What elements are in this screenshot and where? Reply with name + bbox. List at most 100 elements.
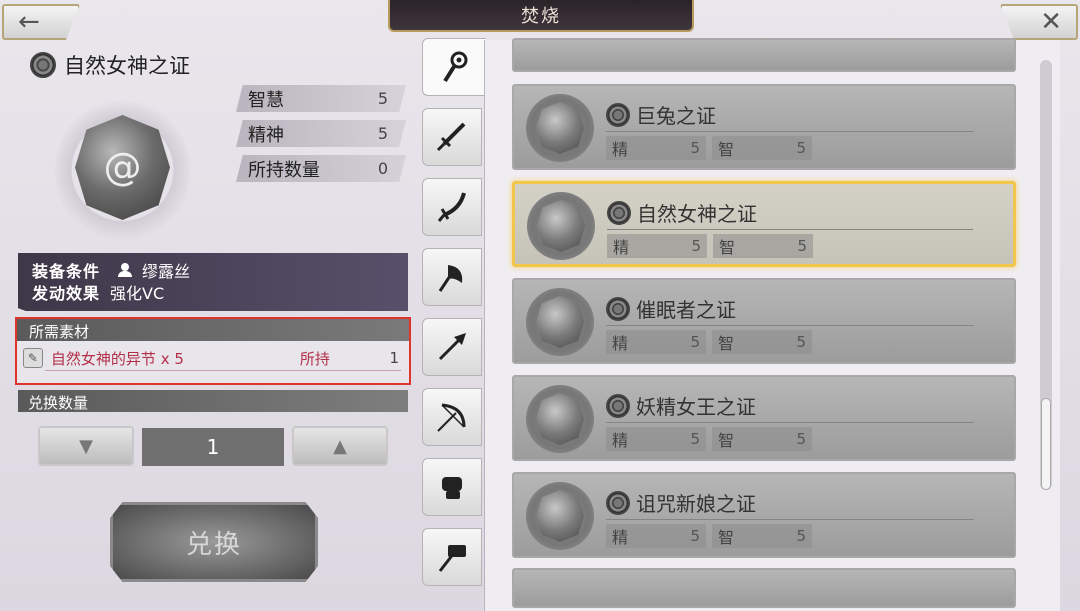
close-button[interactable]: ✕ xyxy=(1000,4,1078,40)
stat-wisdom: 智 5 xyxy=(712,427,812,451)
tab-gauntlet[interactable] xyxy=(422,458,482,516)
gem-icon xyxy=(527,192,595,260)
exchange-button[interactable]: 兑换 xyxy=(110,502,318,582)
material-owned-label: 所持 xyxy=(299,349,330,368)
exchange-quantity-label: 兑换数量 xyxy=(18,390,408,412)
category-tabs xyxy=(420,38,486,611)
divider xyxy=(607,229,973,230)
screen-title: 焚烧 xyxy=(388,0,694,32)
stat-spirit: 精神 5 xyxy=(236,120,406,147)
emblem-icon xyxy=(606,490,630,515)
stat-label: 智慧 xyxy=(248,89,284,111)
stat-label: 精 xyxy=(612,334,629,353)
emblem-icon xyxy=(30,52,56,78)
material-name: 自然女神的异节 x 5 xyxy=(50,349,184,368)
list-item-name: 自然女神之证 xyxy=(637,202,757,226)
list-item-name: 妖精女王之证 xyxy=(636,395,756,419)
stat-value: 5 xyxy=(377,124,388,143)
tab-bow[interactable] xyxy=(422,388,482,446)
stat-value: 5 xyxy=(690,527,700,545)
stat-value: 5 xyxy=(690,139,700,157)
scrollbar-thumb[interactable] xyxy=(1041,398,1051,490)
list-item-partial[interactable] xyxy=(512,38,1016,72)
material-owned-count: 1 xyxy=(389,349,399,367)
list-item-name: 催眠者之证 xyxy=(636,298,736,322)
stat-value: 5 xyxy=(691,237,701,255)
stat-owned-count: 所持数量 0 xyxy=(236,155,406,182)
close-icon: ✕ xyxy=(1040,7,1062,37)
material-row[interactable]: ✎ 自然女神的异节 x 5 所持 1 xyxy=(17,341,409,375)
person-icon xyxy=(118,263,133,277)
chevron-up-icon: ▲ xyxy=(333,435,347,457)
tab-spear[interactable] xyxy=(422,318,482,376)
stat-value: 5 xyxy=(797,237,807,255)
stat-spirit: 精 5 xyxy=(606,330,706,354)
list-item-selected[interactable]: 自然女神之证 精 5 智 5 xyxy=(512,181,1016,267)
stat-label: 智 xyxy=(718,140,735,159)
tab-hammer[interactable] xyxy=(422,528,482,586)
item-detail-panel: 自然女神之证 智慧 5 精神 5 所持数量 0 装备条件 缪露丝 发动效果 xyxy=(0,40,420,611)
list-item[interactable]: 诅咒新娘之证 精 5 智 5 xyxy=(512,472,1016,558)
item-name: 自然女神之证 xyxy=(64,54,190,78)
list-item[interactable]: 巨兔之证 精 5 智 5 xyxy=(512,84,1016,170)
curved-sword-icon xyxy=(437,192,466,222)
materials-header: 所需素材 xyxy=(17,319,409,341)
list-item-name: 诅咒新娘之证 xyxy=(636,492,756,516)
emblem-icon xyxy=(606,102,630,127)
chevron-down-icon: ▼ xyxy=(79,435,93,457)
effect-value: 强化VC xyxy=(110,284,165,303)
increase-button[interactable]: ▲ xyxy=(292,426,388,466)
stat-label: 所持数量 xyxy=(248,159,320,181)
emblem-icon xyxy=(606,393,630,418)
axe-icon xyxy=(438,265,463,292)
list-item[interactable]: 催眠者之证 精 5 智 5 xyxy=(512,278,1016,364)
tab-curved-sword[interactable] xyxy=(422,178,482,236)
staff-icon xyxy=(442,51,467,83)
back-button[interactable]: ← xyxy=(2,4,80,40)
stat-value: 5 xyxy=(796,430,806,448)
effect: 发动效果 强化VC xyxy=(32,281,394,303)
stat-value: 5 xyxy=(690,333,700,351)
stat-value: 5 xyxy=(690,430,700,448)
spear-icon xyxy=(438,333,466,361)
stat-value: 5 xyxy=(796,333,806,351)
divider xyxy=(606,519,974,520)
stat-label: 精 xyxy=(613,238,630,257)
list-item-title: 诅咒新娘之证 xyxy=(606,488,756,517)
divider xyxy=(606,325,974,326)
list-item-title: 妖精女王之证 xyxy=(606,391,756,420)
stat-spirit: 精 5 xyxy=(606,136,706,160)
stat-wisdom: 智慧 5 xyxy=(236,85,406,112)
stat-value: 0 xyxy=(377,159,388,178)
stat-spirit: 精 5 xyxy=(606,427,706,451)
sword-icon xyxy=(436,122,466,152)
equip-condition: 装备条件 缪露丝 xyxy=(32,259,394,281)
material-note-icon: ✎ xyxy=(23,348,43,368)
burn-screen: ← 焚烧 ✕ 自然女神之证 智慧 5 精神 5 所持数量 0 装备条件 xyxy=(0,0,1080,611)
tab-sword[interactable] xyxy=(422,108,482,166)
stat-label: 智 xyxy=(719,238,736,257)
equip-condition-label: 装备条件 xyxy=(32,262,101,281)
stat-spirit: 精 5 xyxy=(607,234,707,258)
effect-label: 发动效果 xyxy=(32,284,101,303)
list-item-title: 巨兔之证 xyxy=(606,100,716,129)
stat-label: 精神 xyxy=(248,124,284,146)
gem-icon xyxy=(526,482,594,550)
hammer-icon xyxy=(438,545,466,572)
list-item-partial[interactable] xyxy=(512,568,1016,608)
list-item-title: 催眠者之证 xyxy=(606,294,736,323)
tab-axe[interactable] xyxy=(422,248,482,306)
back-arrow-icon: ← xyxy=(18,7,40,37)
emblem-icon xyxy=(607,200,631,225)
tab-staff[interactable] xyxy=(422,38,486,96)
equip-condition-value: 缪露丝 xyxy=(142,262,191,281)
list-item[interactable]: 妖精女王之证 精 5 智 5 xyxy=(512,375,1016,461)
stat-label: 智 xyxy=(718,431,735,450)
list-item-name: 巨兔之证 xyxy=(636,104,716,128)
item-title: 自然女神之证 xyxy=(30,50,190,80)
decrease-button[interactable]: ▼ xyxy=(38,426,134,466)
stat-wisdom: 智 5 xyxy=(712,524,812,548)
stat-wisdom: 智 5 xyxy=(712,330,812,354)
stat-wisdom: 智 5 xyxy=(712,136,812,160)
stat-label: 精 xyxy=(612,528,629,547)
